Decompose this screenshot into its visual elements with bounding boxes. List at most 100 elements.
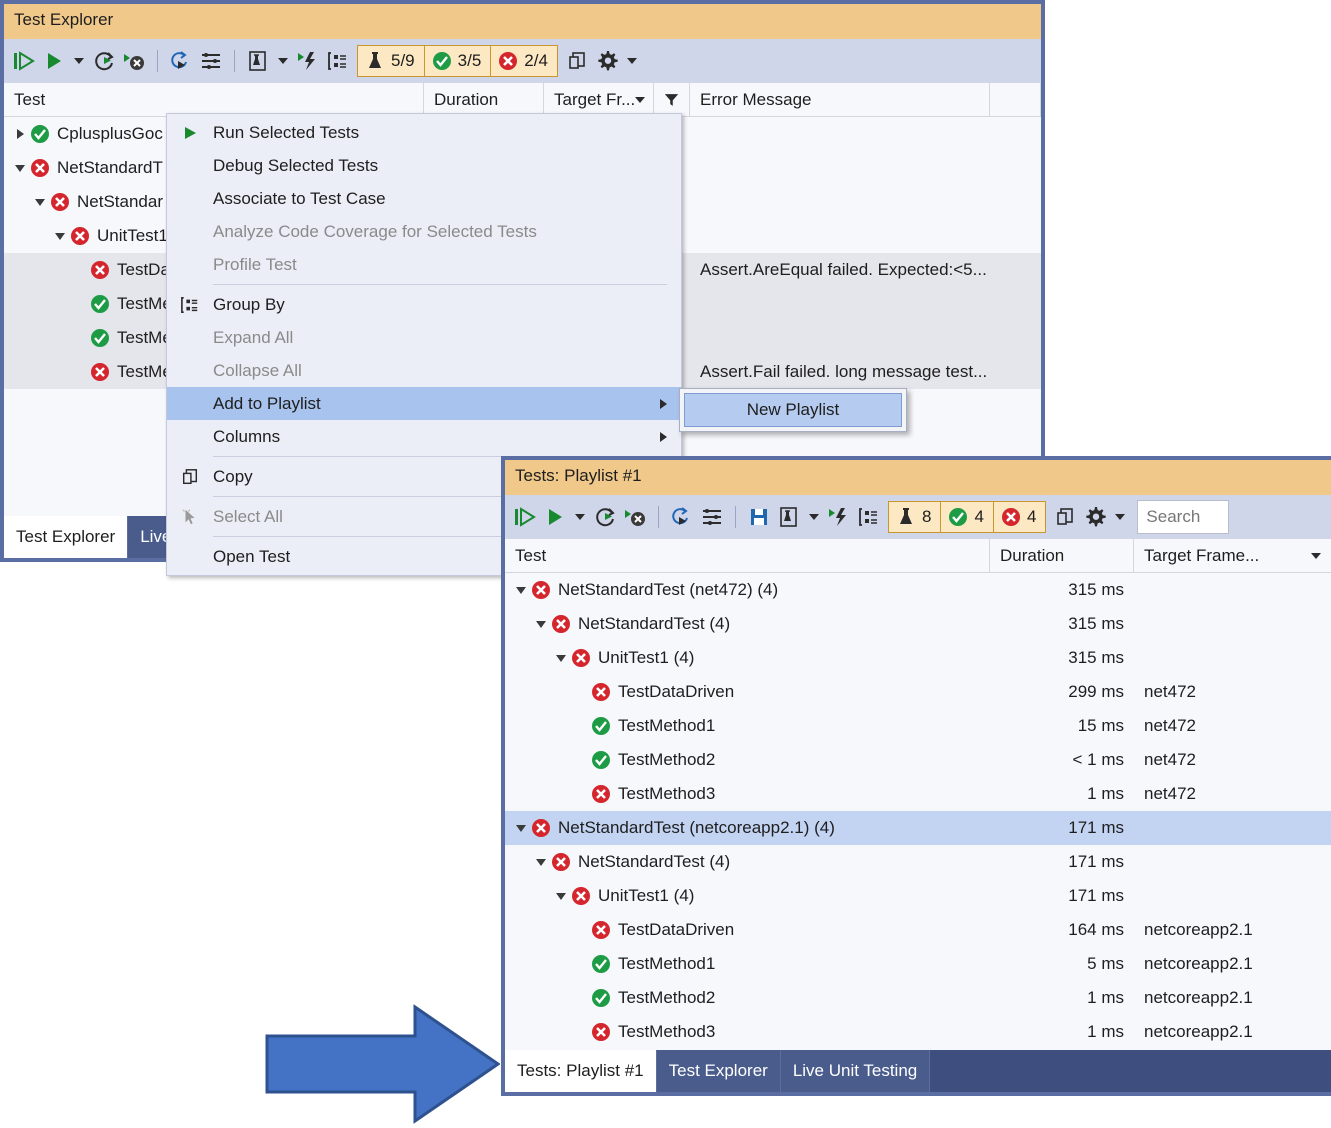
group-rows-icon[interactable] — [197, 46, 225, 76]
chevron-down-icon[interactable] — [511, 824, 531, 832]
table-row[interactable]: TestMethod2 < 1 ms net472 — [505, 743, 1331, 777]
table-row[interactable]: TestDataDriven 164 ms netcoreapp2.1 — [505, 913, 1331, 947]
table-row[interactable]: UnitTest1 (4) 171 ms — [505, 879, 1331, 913]
chip-total[interactable]: 8 — [888, 501, 942, 533]
tests-playlist-title: Tests: Playlist #1 — [505, 460, 1331, 495]
test-name-label: UnitTest1 — [97, 226, 168, 245]
table-row[interactable]: UnitTest1 (4) 315 ms — [505, 641, 1331, 675]
test-detail-dropdown-caret-icon[interactable] — [274, 46, 292, 76]
test-detail-dropdown-caret-icon[interactable] — [805, 502, 823, 532]
menu-associate-to-test-case[interactable]: Associate to Test Case — [167, 182, 681, 215]
duration-cell: 315 ms — [1068, 614, 1124, 633]
copy-icon[interactable] — [563, 46, 591, 76]
chip-failed[interactable]: 2/4 — [491, 45, 558, 77]
column-target-framework[interactable]: Target Fr... — [544, 82, 654, 117]
doc-tab-live-unit-testing[interactable]: Live Unit Testing — [780, 1050, 931, 1092]
playlist-icon[interactable] — [167, 46, 195, 76]
group-by-icon[interactable] — [855, 502, 883, 532]
menu-debug-selected-tests[interactable]: Debug Selected Tests — [167, 149, 681, 182]
table-row[interactable]: TestDataDriven 299 ms net472 — [505, 675, 1331, 709]
column-test[interactable]: Test — [505, 538, 990, 573]
chip-failed[interactable]: 4 — [993, 501, 1047, 533]
group-rows-icon[interactable] — [698, 502, 726, 532]
chevron-down-icon[interactable] — [50, 232, 70, 240]
test-detail-icon[interactable] — [244, 46, 272, 76]
test-status-icon — [30, 124, 50, 144]
live-unit-testing-icon[interactable] — [294, 46, 322, 76]
column-spacer — [990, 82, 1041, 117]
run-icon[interactable] — [541, 502, 569, 532]
table-row[interactable]: TestMethod3 1 ms net472 — [505, 777, 1331, 811]
menu-columns[interactable]: Columns — [167, 420, 681, 453]
menu-run-selected-tests[interactable]: Run Selected Tests — [167, 116, 681, 149]
doc-tab-tests-playlist-1[interactable]: Tests: Playlist #1 — [505, 1050, 657, 1092]
gear-icon[interactable] — [1081, 502, 1109, 532]
run-dropdown-caret-icon[interactable] — [571, 502, 589, 532]
column-filter[interactable] — [654, 82, 690, 117]
group-by-icon[interactable] — [324, 46, 352, 76]
table-row[interactable]: TestMethod3 1 ms netcoreapp2.1 — [505, 1015, 1331, 1049]
chevron-down-icon[interactable] — [30, 198, 50, 206]
chevron-down-icon[interactable] — [511, 586, 531, 594]
cancel-icon[interactable] — [621, 502, 649, 532]
test-status-icon — [571, 886, 591, 906]
column-duration[interactable]: Duration — [990, 538, 1134, 573]
menu-item-label: Run Selected Tests — [213, 122, 360, 142]
menu-add-to-playlist[interactable]: Add to Playlist — [167, 387, 681, 420]
doc-tab-test-explorer[interactable]: Test Explorer — [656, 1050, 781, 1092]
table-row[interactable]: NetStandardTest (4) 171 ms — [505, 845, 1331, 879]
repeat-last-run-icon[interactable] — [90, 46, 118, 76]
table-row[interactable]: TestMethod1 5 ms netcoreapp2.1 — [505, 947, 1331, 981]
tests-playlist-tree[interactable]: NetStandardTest (net472) (4) 315 ms NetSta… — [505, 573, 1331, 1050]
column-error-message[interactable]: Error Message — [690, 82, 990, 117]
chip-total[interactable]: 5/9 — [357, 45, 425, 77]
save-icon[interactable] — [745, 502, 773, 532]
run-all-tests-icon[interactable] — [511, 502, 539, 532]
repeat-last-run-icon[interactable] — [591, 502, 619, 532]
search-input[interactable]: Search — [1137, 500, 1230, 534]
check-circle-icon — [432, 52, 451, 70]
gear-dropdown-caret-icon[interactable] — [1111, 502, 1129, 532]
live-unit-testing-icon[interactable] — [825, 502, 853, 532]
doc-tab-test-explorer[interactable]: Test Explorer — [4, 516, 129, 558]
run-dropdown-caret-icon[interactable] — [70, 46, 88, 76]
chevron-right-icon[interactable] — [10, 129, 30, 139]
duration-cell: 299 ms — [1068, 682, 1124, 701]
test-status-icon — [571, 648, 591, 668]
target-framework-cell: net472 — [1144, 716, 1196, 735]
chip-passed[interactable]: 3/5 — [424, 45, 492, 77]
run-icon[interactable] — [40, 46, 68, 76]
menu-item-label: Debug Selected Tests — [213, 155, 379, 175]
gear-dropdown-caret-icon[interactable] — [623, 46, 641, 76]
table-row[interactable]: NetStandardTest (4) 315 ms — [505, 607, 1331, 641]
playlist-icon[interactable] — [668, 502, 696, 532]
copy-icon[interactable] — [1051, 502, 1079, 532]
cancel-icon[interactable] — [120, 46, 148, 76]
gear-icon[interactable] — [593, 46, 621, 76]
chevron-right-icon — [660, 398, 667, 409]
column-target-framework[interactable]: Target Frame... — [1134, 539, 1331, 573]
chevron-down-icon[interactable] — [551, 892, 571, 900]
column-test[interactable]: Test — [4, 82, 424, 117]
submenu-new-playlist[interactable]: New Playlist — [684, 393, 902, 427]
chevron-down-icon[interactable] — [551, 654, 571, 662]
chevron-down-icon[interactable] — [531, 858, 551, 866]
menu-group-by[interactable]: Group By — [167, 288, 681, 321]
error-circle-icon — [572, 887, 590, 905]
add-to-playlist-submenu[interactable]: New Playlist — [679, 388, 907, 432]
table-row[interactable]: NetStandardTest (net472) (4) 315 ms — [505, 573, 1331, 607]
column-duration[interactable]: Duration — [424, 82, 544, 117]
test-status-icon — [591, 750, 611, 770]
test-detail-icon[interactable] — [775, 502, 803, 532]
table-row[interactable]: NetStandardTest (netcoreapp2.1) (4) 171 m… — [505, 811, 1331, 845]
target-framework-cell: net472 — [1144, 682, 1196, 701]
toolbar-separator — [157, 50, 158, 72]
chevron-down-icon[interactable] — [531, 620, 551, 628]
chip-passed[interactable]: 4 — [941, 501, 994, 533]
table-row[interactable]: TestMethod1 15 ms net472 — [505, 709, 1331, 743]
run-all-tests-icon[interactable] — [10, 46, 38, 76]
chevron-down-icon[interactable] — [10, 164, 30, 172]
table-row[interactable]: TestMethod2 1 ms netcoreapp2.1 — [505, 981, 1331, 1015]
error-circle-icon — [592, 785, 610, 803]
test-name-cell: TestDataDriven — [505, 682, 990, 702]
